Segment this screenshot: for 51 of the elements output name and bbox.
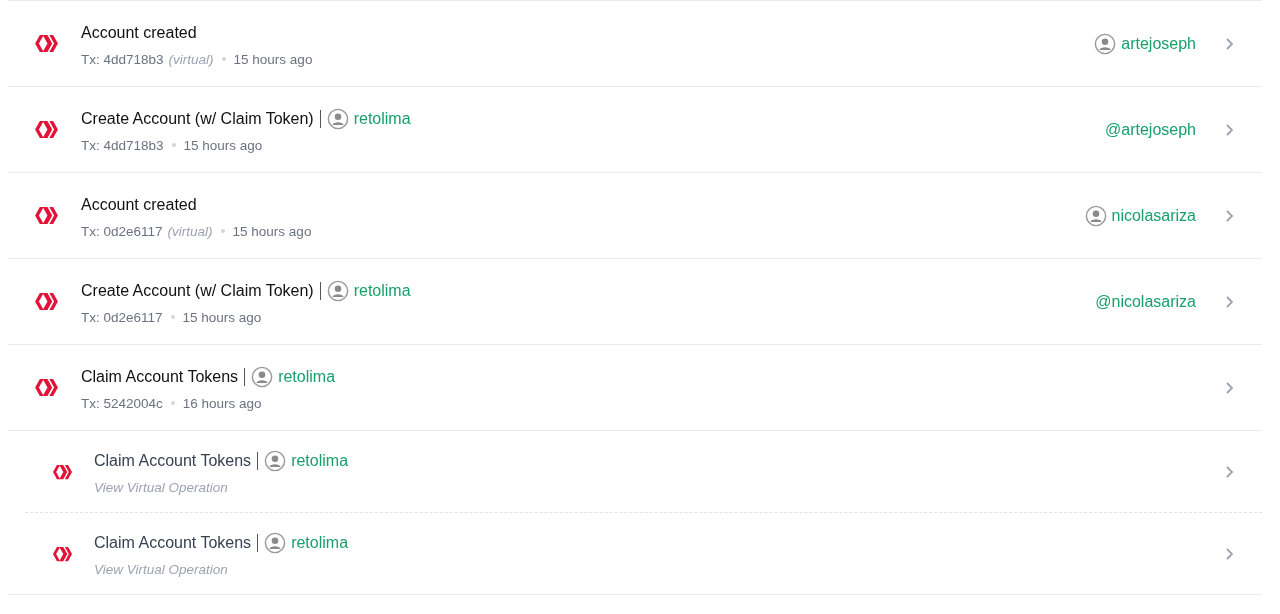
chevron-right-icon	[1224, 380, 1234, 395]
operation-title: Claim Account Tokens	[81, 367, 239, 386]
account-link[interactable]: @nicolasariza	[1095, 292, 1196, 311]
user-avatar-icon	[251, 365, 274, 388]
hive-logo-icon	[35, 120, 58, 139]
view-virtual-operation-link[interactable]: View Virtual Operation	[94, 561, 349, 577]
operation-title: Create Account (w/ Claim Token)	[81, 281, 314, 300]
transaction-id: Tx: 0d2e6117	[81, 223, 163, 239]
timestamp: 15 hours ago	[232, 223, 312, 239]
transaction-id: Tx: 0d2e6117	[81, 309, 163, 325]
view-virtual-operation-link[interactable]: View Virtual Operation	[94, 479, 349, 495]
operation-title: Account created	[81, 195, 197, 214]
user-avatar-icon	[326, 107, 349, 130]
timestamp: 15 hours ago	[182, 309, 262, 325]
user-avatar-icon	[1084, 204, 1107, 227]
chevron-right-icon	[1224, 36, 1234, 51]
actor-link[interactable]: retolima	[291, 533, 349, 552]
actor-link[interactable]: retolima	[353, 109, 411, 128]
hive-logo-icon	[35, 206, 58, 225]
user-avatar-icon	[1094, 32, 1117, 55]
timestamp: 15 hours ago	[233, 51, 313, 67]
operation-title: Account created	[81, 23, 197, 42]
account-link[interactable]: nicolasariza	[1111, 206, 1196, 225]
chevron-right-icon	[1224, 294, 1234, 309]
actor-link[interactable]: retolima	[278, 367, 336, 386]
chevron-right-icon	[1224, 464, 1234, 479]
hive-logo-icon	[35, 34, 58, 53]
chevron-right-icon	[1224, 122, 1234, 137]
user-avatar-icon	[264, 531, 287, 554]
actor-link[interactable]: retolima	[291, 451, 349, 470]
account-link[interactable]: artejoseph	[1121, 34, 1196, 53]
hive-logo-icon	[35, 292, 58, 311]
user-avatar-icon	[264, 449, 287, 472]
chevron-right-icon	[1224, 208, 1234, 223]
virtual-tag: (virtual)	[168, 51, 214, 67]
hive-logo-icon	[53, 463, 72, 480]
account-link[interactable]: @artejoseph	[1105, 120, 1196, 139]
transaction-id: Tx: 5242004c	[81, 395, 163, 411]
user-avatar-icon	[326, 279, 349, 302]
transaction-id: Tx: 4dd718b3	[81, 137, 164, 153]
operation-title: Claim Account Tokens	[94, 451, 252, 470]
chevron-right-icon	[1224, 546, 1234, 561]
timestamp: 15 hours ago	[183, 137, 263, 153]
transaction-id: Tx: 4dd718b3	[81, 51, 164, 67]
operation-title: Create Account (w/ Claim Token)	[81, 109, 314, 128]
actor-link[interactable]: retolima	[353, 281, 411, 300]
hive-logo-icon	[53, 545, 72, 562]
operation-title: Claim Account Tokens	[94, 533, 252, 552]
timestamp: 16 hours ago	[182, 395, 262, 411]
hive-logo-icon	[35, 378, 58, 397]
virtual-tag: (virtual)	[167, 223, 213, 239]
